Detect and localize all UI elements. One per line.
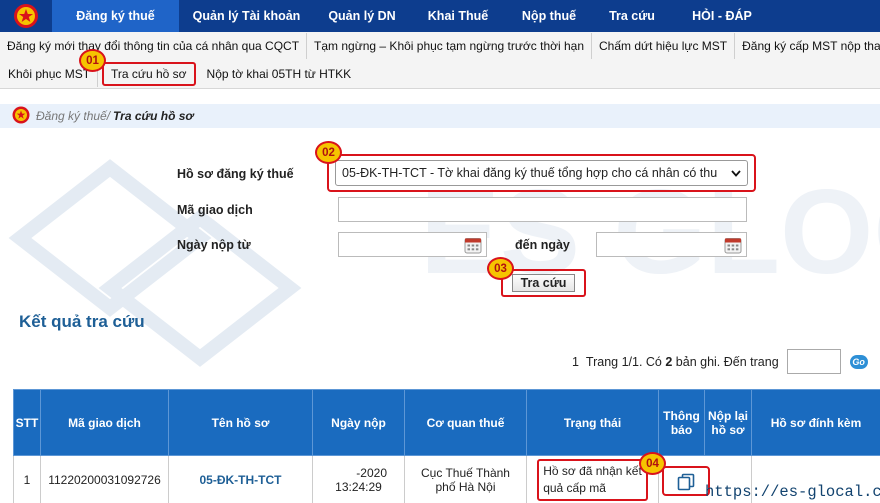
calendar-icon[interactable] xyxy=(464,236,482,254)
step-badge-04: 04 xyxy=(639,452,666,475)
emblem-icon xyxy=(12,106,30,127)
ma-giao-dich-input[interactable] xyxy=(338,197,747,222)
sub-dang-ky-mst-nop-thay[interactable]: Đăng ký cấp MST nộp thay xyxy=(735,33,880,59)
breadcrumb-current: Tra cứu hồ sơ xyxy=(113,109,194,123)
sub-menu-row: Đăng ký mới thay đổi thông tin của cá nh… xyxy=(0,33,880,59)
cell-ngay-nop: -2020 13:24:29 xyxy=(312,455,405,503)
step-badge-01: 01 xyxy=(79,49,106,72)
ngay-nop-tu-input[interactable] xyxy=(338,232,487,257)
sub-tra-cuu-ho-so[interactable]: Tra cứu hồ sơ xyxy=(102,62,196,86)
col-thong-bao: Thông báo xyxy=(658,389,705,456)
cell-co-quan-thue: Cục Thuế Thành phố Hà Nội xyxy=(404,455,527,503)
sub-menu: Đăng ký mới thay đổi thông tin của cá nh… xyxy=(0,32,880,89)
cell-ten-ho-so-link[interactable]: 05-ĐK-TH-TCT xyxy=(168,455,313,503)
ngay-nop-tu-label: Ngày nộp từ xyxy=(177,238,251,252)
pager-text-prefix: Trang 1/1. Có xyxy=(585,354,662,369)
top-nav: Đăng ký thuế Quản lý Tài khoản Quản lý D… xyxy=(0,0,880,32)
cell-ngay-nop-date: -2020 xyxy=(356,465,387,480)
status-highlight: Hồ sơ đã nhận kết quả cấp mã xyxy=(537,458,648,501)
breadcrumb-parent[interactable]: Đăng ký thuế/ xyxy=(36,109,110,123)
vn-emblem-icon xyxy=(13,3,39,29)
search-button[interactable]: Tra cứu xyxy=(512,274,575,292)
footer-url: https://es-glocal.com/ xyxy=(705,483,880,501)
sub-menu-row: Khôi phục MST Tra cứu hồ sơ Nộp tờ khai … xyxy=(0,61,358,87)
col-ngay-nop: Ngày nộp xyxy=(312,389,405,456)
cell-ngay-nop-time: 13:24:29 xyxy=(335,479,382,494)
col-stt: STT xyxy=(13,389,41,456)
sub-tam-ngung[interactable]: Tạm ngừng – Khôi phục tạm ngừng trước th… xyxy=(307,33,593,59)
nav-hoi-dap[interactable]: HỎI - ĐÁP xyxy=(672,0,772,32)
col-co-quan-thue: Cơ quan thuế xyxy=(404,389,527,456)
ma-giao-dich-label: Mã giao dịch xyxy=(177,203,253,217)
sub-cham-dut-mst[interactable]: Chấm dứt hiệu lực MST xyxy=(592,33,736,59)
cell-co-quan-line2: phố Hà Nội xyxy=(435,479,496,494)
breadcrumb: Đăng ký thuế/ Tra cứu hồ sơ xyxy=(0,104,880,128)
step-badge-02: 02 xyxy=(315,141,342,164)
nav-nop-thue[interactable]: Nộp thuế xyxy=(506,0,592,32)
calendar-icon[interactable] xyxy=(724,236,742,254)
status-line1: Hồ sơ đã nhận kết xyxy=(543,463,642,478)
nav-quan-ly-tai-khoan[interactable]: Quản lý Tài khoản xyxy=(179,0,314,32)
pager-page-num: 1 xyxy=(572,354,579,369)
nav-tra-cuu[interactable]: Tra cứu xyxy=(592,0,672,32)
status-line2: quả cấp mã xyxy=(543,480,606,495)
col-nop-lai-ho-so: Nộp lại hồ sơ xyxy=(704,389,752,456)
cell-co-quan-line1: Cục Thuế Thành xyxy=(421,465,510,480)
chevron-down-icon xyxy=(731,166,741,180)
den-ngay-input[interactable] xyxy=(596,232,747,257)
notice-button[interactable] xyxy=(662,466,710,496)
document-copy-icon xyxy=(664,473,708,491)
sub-dang-ky-moi[interactable]: Đăng ký mới thay đổi thông tin của cá nh… xyxy=(0,33,308,59)
nav-dang-ky-thue[interactable]: Đăng ký thuế xyxy=(52,0,179,32)
table-header-row: STT Mã giao dịch Tên hồ sơ Ngày nộp Cơ q… xyxy=(13,389,880,456)
nav-quan-ly-dn[interactable]: Quản lý DN xyxy=(314,0,410,32)
go-button[interactable]: Go xyxy=(849,354,868,369)
ho-so-label: Hồ sơ đăng ký thuế xyxy=(177,167,294,181)
col-trang-thai: Trạng thái xyxy=(526,389,659,456)
page-number-input[interactable] xyxy=(786,349,841,374)
nav-khai-thue[interactable]: Khai Thuế xyxy=(410,0,506,32)
home-button[interactable] xyxy=(0,0,52,32)
search-button-frame: Tra cứu xyxy=(501,269,586,297)
cell-ma-giao-dich: 11220200031092726 xyxy=(40,455,169,503)
col-ma-giao-dich: Mã giao dịch xyxy=(40,389,169,456)
den-ngay-label: đến ngày xyxy=(515,238,570,252)
pager: 1 Trang 1/1. Có 2 bản ghi. Đến trang Go xyxy=(572,349,868,374)
pager-count: 2 xyxy=(665,354,673,369)
col-ho-so-dinh-kem: Hồ sơ đính kèm xyxy=(751,389,880,456)
ho-so-select-value: 05-ĐK-TH-TCT - Tờ khai đăng ký thuế tổng… xyxy=(342,166,718,180)
cell-stt: 1 xyxy=(13,455,41,503)
pager-text-suffix: bản ghi. Đến trang xyxy=(675,354,779,369)
sub-nop-to-khai-05th[interactable]: Nộp tờ khai 05TH từ HTKK xyxy=(200,61,359,87)
results-title: Kết quả tra cứu xyxy=(19,312,145,331)
step-badge-03: 03 xyxy=(487,257,514,280)
col-ten-ho-so: Tên hồ sơ xyxy=(168,389,313,456)
ho-so-select[interactable]: 05-ĐK-TH-TCT - Tờ khai đăng ký thuế tổng… xyxy=(327,154,756,192)
